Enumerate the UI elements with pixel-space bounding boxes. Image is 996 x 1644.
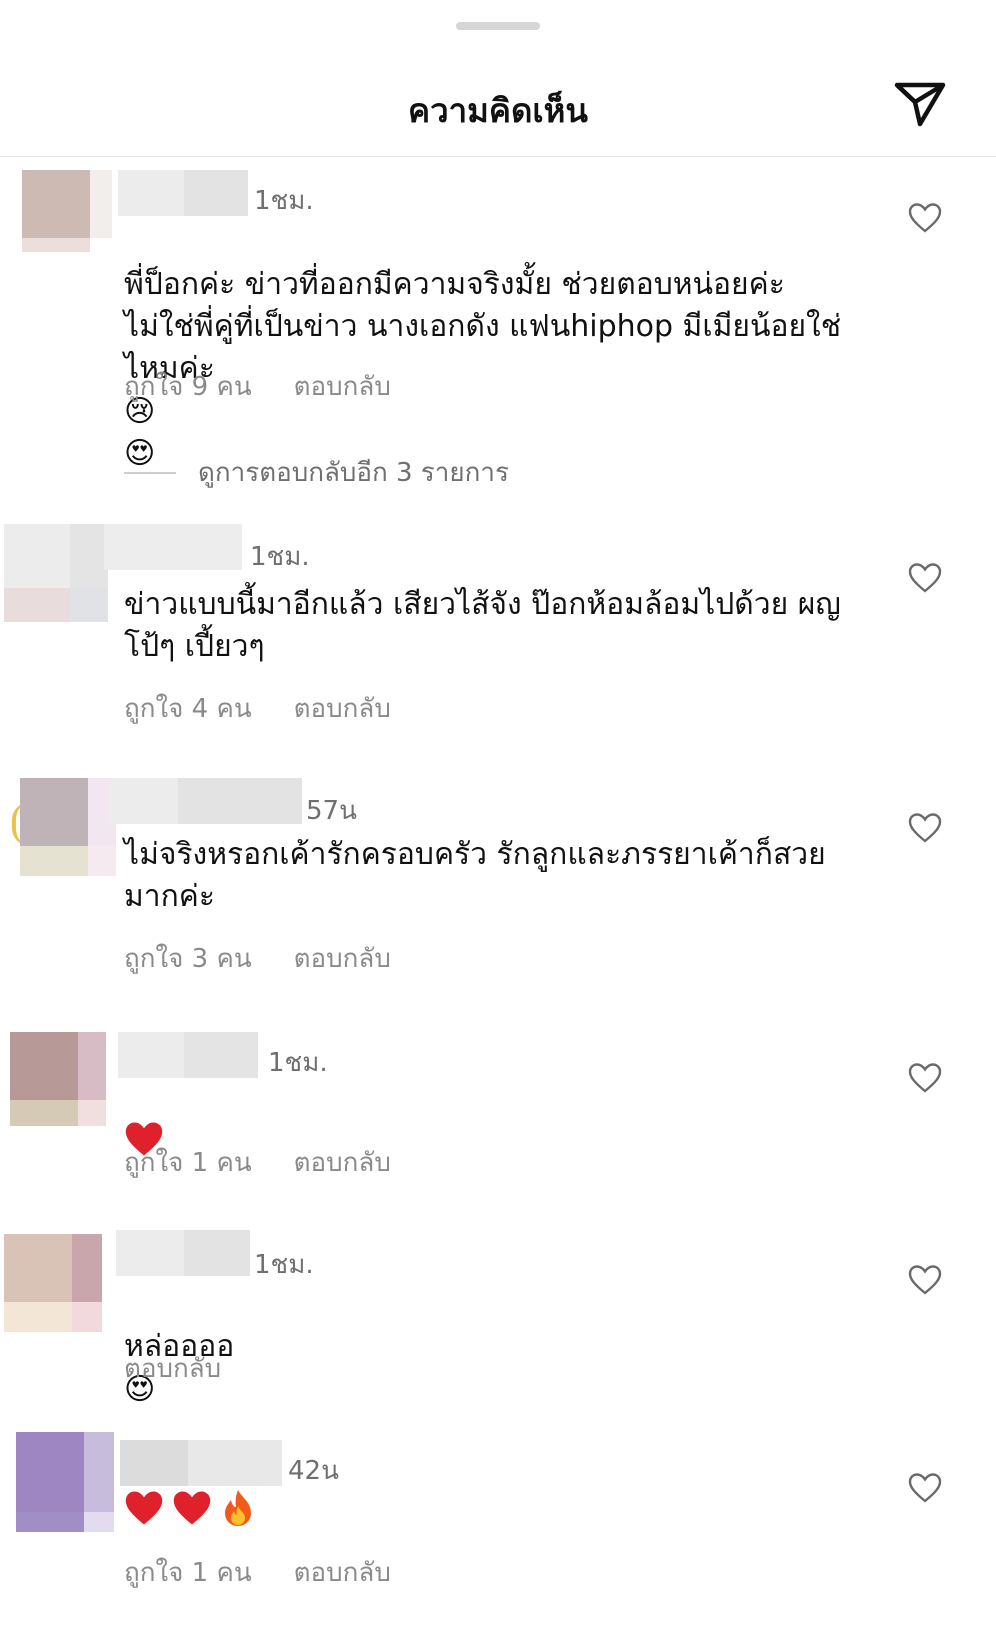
likes-count[interactable]: ถูกใจ 4 คน (124, 688, 252, 729)
reply-button[interactable]: ตอบกลับ (294, 938, 391, 979)
comment-time: 1ชม. (254, 1250, 314, 1280)
username-blurred[interactable] (110, 778, 302, 824)
fire-emoji-icon (225, 1490, 251, 1526)
send-icon (894, 82, 946, 127)
comment-meta: ถูกใจ 1 คน ตอบกลับ (124, 1552, 391, 1593)
comment-meta: ถูกใจ 9 คน ตอบกลับ (124, 366, 391, 407)
reply-button[interactable]: ตอบกลับ (294, 688, 391, 729)
view-more-replies-button[interactable]: ดูการตอบกลับอีก 3 รายการ (124, 452, 509, 493)
like-button[interactable] (908, 1472, 942, 1504)
reply-button[interactable]: ตอบกลับ (294, 1142, 391, 1183)
heart-outline-icon (908, 813, 942, 843)
likes-count[interactable]: ถูกใจ 9 คน (124, 366, 252, 407)
comment-meta: ถูกใจ 3 คน ตอบกลับ (124, 938, 391, 979)
avatar[interactable] (4, 1234, 102, 1332)
red-heart-emoji-icon (125, 1491, 163, 1525)
comment-meta: ตอบกลับ (124, 1348, 221, 1389)
avatar[interactable] (16, 1432, 114, 1532)
likes-count[interactable]: ถูกใจ 1 คน (124, 1552, 252, 1593)
username-blurred[interactable] (104, 524, 242, 570)
reply-button[interactable]: ตอบกลับ (294, 1552, 391, 1593)
like-button[interactable] (908, 1062, 942, 1094)
reply-button[interactable]: ตอบกลับ (124, 1348, 221, 1389)
comment-text (124, 1488, 884, 1528)
page-title: ความคิดเห็น (408, 91, 588, 130)
comment-text: ไม่จริงหรอกเค้ารักครอบครัว รักลูกและภรรย… (124, 837, 826, 914)
comment-text: ข่าวแบบนี้มาอีกแล้ว เสียวไส้จัง ป๊อกห้อม… (124, 587, 841, 664)
username-blurred[interactable] (120, 1440, 282, 1486)
comment-time: 1ชม. (268, 1048, 328, 1078)
share-send-button[interactable] (892, 78, 948, 130)
username-blurred[interactable] (116, 1230, 250, 1276)
heart-outline-icon (908, 1063, 942, 1093)
comment-time: 1ชม. (254, 186, 314, 216)
comment-text: หล่ออออ 😍 (124, 1284, 884, 1411)
comment-text: พี่ป็อกค่ะ ข่าวที่ออกมีความจริงมั้ย ช่วย… (124, 222, 884, 475)
avatar[interactable] (10, 1032, 106, 1126)
comment-meta: ถูกใจ 4 คน ตอบกลับ (124, 688, 391, 729)
avatar[interactable] (4, 524, 108, 622)
likes-count[interactable]: ถูกใจ 3 คน (124, 938, 252, 979)
username-blurred[interactable] (118, 170, 248, 216)
comment-meta: ถูกใจ 1 คน ตอบกลับ (124, 1142, 391, 1183)
comment-time: 42น (288, 1456, 339, 1486)
avatar[interactable] (20, 778, 116, 876)
sheet-grabber[interactable] (456, 22, 540, 30)
comment-time: 1ชม. (250, 542, 310, 572)
avatar[interactable] (22, 170, 112, 252)
red-heart-emoji-icon (173, 1491, 211, 1525)
heart-outline-icon (908, 1473, 942, 1503)
heart-outline-icon (908, 203, 942, 233)
username-blurred[interactable] (118, 1032, 258, 1078)
like-button[interactable] (908, 812, 942, 844)
reply-button[interactable]: ตอบกลับ (294, 366, 391, 407)
comments-header: ความคิดเห็น (0, 50, 996, 157)
like-button[interactable] (908, 562, 942, 594)
comment-time: 57น (306, 796, 357, 826)
heart-outline-icon (908, 1265, 942, 1295)
like-button[interactable] (908, 1264, 942, 1296)
comments-sheet: ความคิดเห็น 1ชม. พี่ป็อกค่ะ ข่าวที่ออกมี… (0, 0, 996, 1644)
likes-count[interactable]: ถูกใจ 1 คน (124, 1142, 252, 1183)
view-replies-label: ดูการตอบกลับอีก 3 รายการ (198, 458, 509, 488)
divider-line (124, 471, 176, 474)
heart-outline-icon (908, 563, 942, 593)
like-button[interactable] (908, 202, 942, 234)
